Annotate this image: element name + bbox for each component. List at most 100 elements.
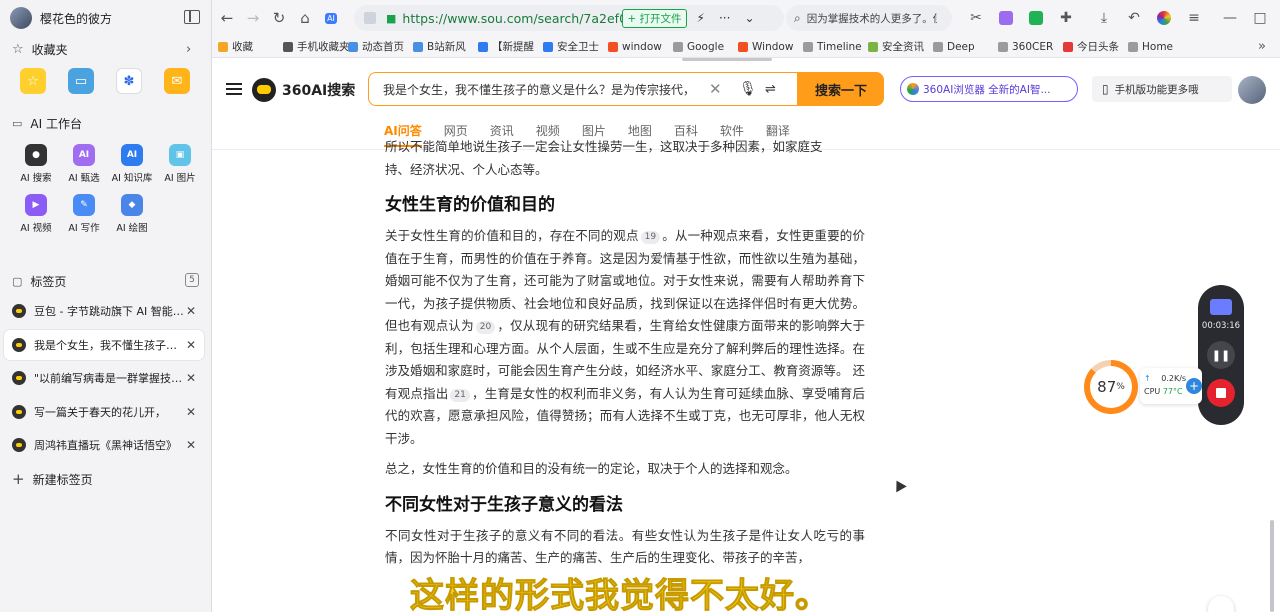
tab-count-badge[interactable]: 5: [185, 273, 199, 287]
ai-workbench-header: ▭ AI 工作台: [12, 115, 82, 132]
new-tab-button[interactable]: + 新建标签页: [12, 470, 93, 488]
reload-icon[interactable]: ↻: [266, 5, 292, 31]
chevron-down-icon[interactable]: ⌄: [744, 11, 754, 25]
search-query-text[interactable]: 我是个女生，我不懂生孩子的意义是什么？是为传宗接代，还: [383, 81, 693, 98]
bookmark-item[interactable]: B站新风: [413, 39, 478, 54]
undo-icon[interactable]: ↶: [1122, 6, 1146, 30]
logo[interactable]: 360AI搜索: [252, 78, 355, 102]
maximize-icon[interactable]: □: [1248, 6, 1272, 30]
favorites-header[interactable]: ☆ 收藏夹: [12, 41, 68, 58]
page-scrollbar[interactable]: [1270, 520, 1274, 612]
favorite-apps: ☆ ▭ ✽ ✉: [20, 68, 190, 94]
tab-close-icon[interactable]: ✕: [186, 438, 196, 452]
chevron-right-icon[interactable]: ›: [186, 42, 191, 57]
ai-browser-promo[interactable]: 360AI浏览器 全新的AI智...: [900, 76, 1078, 102]
citation-badge[interactable]: 21: [450, 388, 470, 402]
record-time: 00:03:16: [1201, 321, 1241, 331]
open-file-button[interactable]: + 打开文件: [622, 8, 687, 28]
search-query-box[interactable]: 我是个女生，我不懂生孩子的意义是什么？是为传宗接代，还 ✕ 🎙 ⇌: [368, 72, 798, 106]
lightning-icon[interactable]: ⚡: [697, 11, 705, 25]
ai-tool-item[interactable]: ▶ AI 视频: [12, 194, 60, 234]
tab-favicon-icon: [12, 371, 26, 385]
hamburger-menu-icon[interactable]: [226, 83, 242, 95]
bookmark-item[interactable]: 收藏: [218, 39, 283, 54]
filter-icon[interactable]: ⇌: [765, 82, 776, 97]
ai-tool-item[interactable]: AI AI 甄选: [60, 144, 108, 184]
mouse-cursor-icon: [891, 477, 907, 493]
tab-close-icon[interactable]: ✕: [186, 304, 196, 318]
home-icon[interactable]: ⌂: [292, 5, 318, 31]
sidebar-tab-item[interactable]: 写一篇关于春天的花儿开， ✕: [4, 397, 204, 427]
stop-button[interactable]: [1207, 379, 1235, 407]
section-title-2: 不同女性对于生孩子意义的看法: [385, 494, 623, 515]
bookmark-item[interactable]: Home: [1128, 41, 1193, 53]
microphone-icon[interactable]: 🎙: [739, 81, 757, 97]
bookmark-item[interactable]: 安全资讯: [868, 39, 933, 54]
address-bar[interactable]: ■ https://www.sou.com/search/7a2ef05ac +…: [354, 5, 784, 31]
bookmark-label: 【新提醒: [492, 41, 534, 53]
bookmark-item[interactable]: Window: [738, 41, 803, 53]
sidebar-tab-item[interactable]: 周鸿祎直播玩《黑神话悟空》 ✕: [4, 430, 204, 460]
camera-icon[interactable]: [1210, 299, 1232, 315]
bookmark-item[interactable]: 动态首页: [348, 39, 413, 54]
sidebar-tab-item[interactable]: 豆包 - 字节跳动旗下 AI 智能助手 ✕: [4, 296, 204, 326]
bookmark-item[interactable]: Deep: [933, 41, 998, 53]
bookmark-icon: [673, 41, 683, 52]
scroll-top-button[interactable]: [1208, 596, 1234, 612]
download-icon[interactable]: ⤓: [1092, 6, 1116, 30]
ai-tool-item[interactable]: AI AI 知识库: [108, 144, 156, 184]
bookmark-item[interactable]: window: [608, 41, 673, 53]
mobile-version-button[interactable]: ▯ 手机版功能更多哦: [1092, 76, 1232, 102]
color-ring-icon[interactable]: [1152, 6, 1176, 30]
ai-tool-item[interactable]: ● AI 搜索: [12, 144, 60, 184]
url-text[interactable]: https://www.sou.com/search/7a2ef05ac: [402, 11, 622, 26]
toolbar-search-text[interactable]: 因为掌握技术的人更多了。但...: [807, 11, 937, 26]
ai-tool-item[interactable]: ▣ AI 图片: [156, 144, 204, 184]
scissors-icon[interactable]: ✂: [964, 6, 988, 30]
puzzle-icon[interactable]: ✚: [1054, 6, 1078, 30]
bookmark-label: 动态首页: [362, 41, 404, 53]
citation-badge[interactable]: 19: [640, 231, 661, 244]
ai-tool-item[interactable]: ✎ AI 写作: [60, 194, 108, 234]
citation-badge[interactable]: 20: [475, 321, 496, 334]
menu-icon[interactable]: ≡: [1182, 6, 1206, 30]
sidebar-tab-item[interactable]: 我是个女生，我不懂生孩子的意义是什么✕: [4, 329, 204, 360]
bookmark-item[interactable]: 【新提醒: [478, 39, 543, 54]
bookmark-item[interactable]: 安全卫士: [543, 39, 608, 54]
green-extension-icon[interactable]: [1024, 6, 1048, 30]
profile[interactable]: 樱花色的彼方: [10, 6, 112, 30]
bookmark-item[interactable]: Timeline: [803, 41, 868, 53]
forward-icon[interactable]: →: [240, 5, 266, 31]
purple-extension-icon[interactable]: [994, 6, 1018, 30]
clear-icon[interactable]: ✕: [709, 80, 722, 98]
sidebar-tab-item[interactable]: "以前编写病毒是一群掌握技术的人"✕: [4, 363, 204, 393]
avatar[interactable]: [10, 7, 32, 29]
bookmark-item[interactable]: 今日头条: [1063, 39, 1128, 54]
user-avatar[interactable]: [1238, 76, 1266, 104]
mail-app-icon[interactable]: ✉: [164, 68, 190, 94]
bookmark-item[interactable]: Google: [673, 41, 738, 53]
bookmark-item[interactable]: 手机收藏夹: [283, 39, 348, 54]
bookmark-icon: [543, 41, 553, 52]
bookmark-item[interactable]: 360CER: [998, 41, 1063, 53]
toolbar-search[interactable]: ⌕ 因为掌握技术的人更多了。但...: [786, 5, 952, 31]
search-button[interactable]: 搜索一下: [798, 72, 884, 106]
tab-close-icon[interactable]: ✕: [186, 405, 196, 419]
bookmark-icon: [1128, 41, 1138, 52]
extension-icon[interactable]: [364, 12, 376, 24]
back-icon[interactable]: ←: [214, 5, 240, 31]
ai-icon[interactable]: AI: [318, 5, 344, 31]
more-dots-icon[interactable]: ···: [719, 11, 730, 25]
ai-tool-item[interactable]: ◆ AI 绘图: [108, 194, 156, 234]
tab-close-icon[interactable]: ✕: [186, 338, 196, 352]
sidebar-collapse-icon[interactable]: [184, 10, 200, 24]
star-app-icon[interactable]: ☆: [20, 68, 46, 94]
tab-favicon-icon: [12, 438, 26, 452]
tv-app-icon[interactable]: ▭: [68, 68, 94, 94]
tab-close-icon[interactable]: ✕: [186, 371, 196, 385]
minimize-icon[interactable]: —: [1218, 6, 1242, 30]
expand-widget-icon[interactable]: +: [1186, 378, 1202, 394]
bookmarks-more-icon[interactable]: »: [1258, 39, 1266, 54]
paw-app-icon[interactable]: ✽: [116, 68, 142, 94]
pause-button[interactable]: ❚❚: [1207, 341, 1235, 369]
